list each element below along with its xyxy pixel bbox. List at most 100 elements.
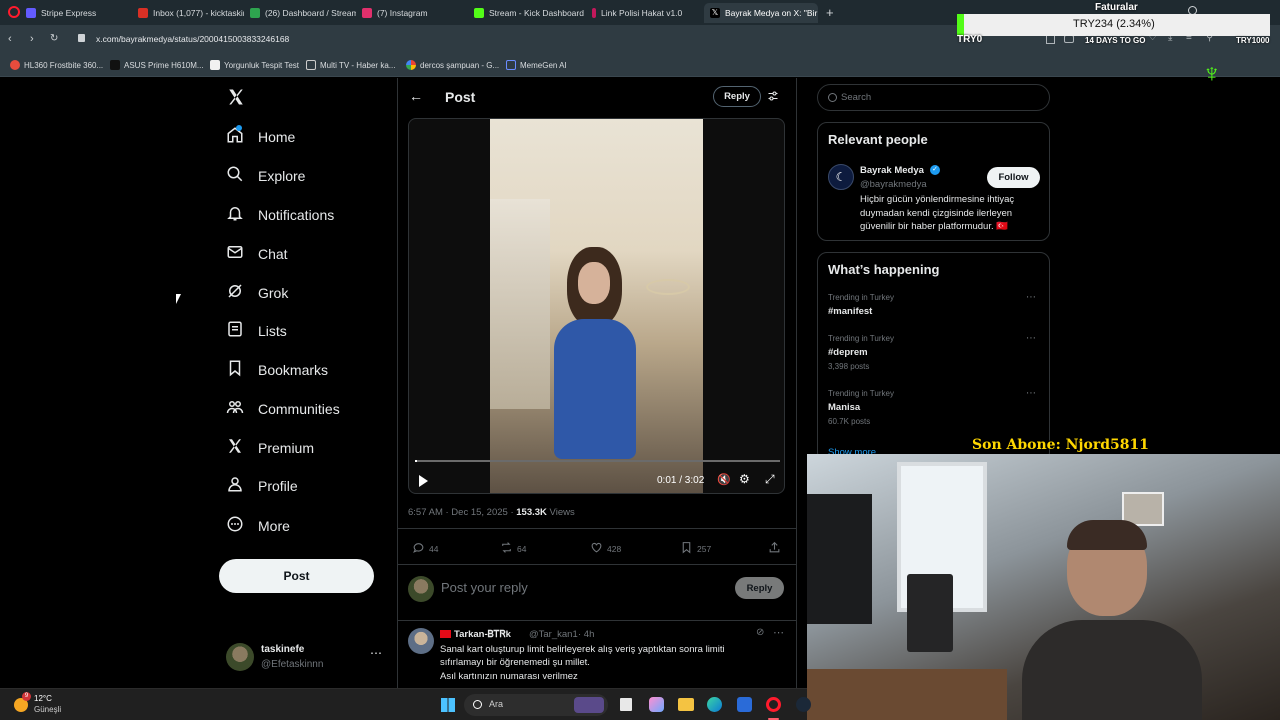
reply-action[interactable]: 44	[412, 541, 438, 556]
video-cabinet	[490, 199, 550, 409]
sidebar-item-bookmarks[interactable]: Bookmarks	[226, 358, 328, 382]
edit-icon[interactable]	[1046, 35, 1055, 44]
grok-icon[interactable]: ⊘	[756, 627, 764, 638]
bookmark-item[interactable]: Multi TV - Haber ka...	[306, 60, 395, 70]
repost-action[interactable]: 64	[500, 541, 526, 556]
sidebar-item-communities[interactable]: Communities	[226, 397, 340, 421]
person-handle[interactable]: @bayrakmedya	[860, 179, 927, 190]
share-icon	[768, 541, 781, 556]
follow-button[interactable]: Follow	[987, 167, 1040, 188]
google-favicon-icon	[406, 60, 416, 70]
like-action[interactable]: 428	[590, 541, 621, 556]
volume-mute-icon[interactable]: 🔇	[717, 473, 731, 486]
browser-tab[interactable]: Stripe Express	[20, 3, 136, 23]
webcam-person	[1022, 520, 1202, 720]
sidebar-item-label: Bookmarks	[258, 362, 329, 378]
back-icon[interactable]: ‹	[8, 33, 12, 45]
trend-more-icon[interactable]: ⋯	[1026, 292, 1036, 303]
search-input[interactable]: Search	[841, 92, 871, 103]
overlay-days-to-go: 14 DAYS TO GO	[1085, 36, 1146, 45]
trend-item[interactable]: Trending in Turkey #manifest ⋯	[828, 292, 1038, 329]
video-settings-icon[interactable]: ⚙	[739, 472, 750, 486]
reply-submit-button[interactable]: Reply	[735, 577, 784, 599]
windows-taskbar: 9 12°C Güneşli Ara	[0, 688, 811, 720]
steam-icon[interactable]	[796, 697, 811, 712]
taskbar-search-input[interactable]: Ara	[489, 699, 503, 709]
bookmark-item[interactable]: Yorgunluk Tespit Test	[210, 60, 299, 70]
trend-posts: 60.7K posts	[828, 417, 871, 426]
reply-input[interactable]: Post your reply	[441, 580, 528, 595]
person-name[interactable]: Bayrak Medya	[860, 165, 924, 176]
overlay-faturalar-label: Faturalar	[1095, 2, 1138, 13]
trend-more-icon[interactable]: ⋯	[1026, 333, 1036, 344]
sidebar-item-lists[interactable]: Lists	[226, 319, 287, 343]
divider	[398, 564, 796, 565]
browser-tab[interactable]: Link Polisi Hakat v1.0	[586, 3, 702, 23]
sidebar-item-label: Chat	[258, 246, 288, 262]
play-icon[interactable]	[419, 475, 428, 487]
trend-tag: #manifest	[828, 306, 873, 317]
store-icon[interactable]	[737, 697, 752, 712]
opera-logo-icon[interactable]	[8, 6, 20, 18]
trend-item[interactable]: Trending in Turkey #deprem 3,398 posts ⋯	[828, 333, 1038, 374]
file-explorer-icon[interactable]	[678, 698, 694, 711]
person-bio-line: Hiçbir gücün yönlendirmesine ihtiyaç	[860, 194, 1015, 205]
comment-handle[interactable]: @Tar_kan1	[529, 629, 578, 640]
edge-icon[interactable]	[707, 697, 722, 712]
taskbar-search[interactable]: Ara	[464, 694, 608, 716]
comment-more-icon[interactable]: ⋯	[773, 626, 784, 639]
post-button[interactable]: Post	[219, 559, 374, 593]
reply-header-button[interactable]: Reply	[713, 86, 761, 107]
settings-sliders-icon[interactable]	[767, 89, 779, 101]
bookmark-item[interactable]: dercos şampuan - G...	[406, 60, 499, 70]
browser-tab[interactable]: Inbox (1,077) - kicktaskin	[132, 3, 244, 23]
windows-start-icon[interactable]	[441, 698, 455, 712]
bookmark-action[interactable]: 257	[680, 541, 711, 556]
comment-item[interactable]: Tarkan-ᏴᎢᏒk @Tar_kan1 · 4h ⊘ ⋯ Sanal kar…	[408, 627, 788, 685]
sidebar-item-explore[interactable]: Explore	[226, 164, 305, 188]
sidebar-item-label: More	[258, 518, 290, 534]
camera-icon[interactable]	[1064, 35, 1074, 43]
reload-icon[interactable]: ↻	[50, 33, 58, 44]
sidebar-item-label: Lists	[258, 323, 287, 339]
browser-tab[interactable]: (26) Dashboard / Streamla	[244, 3, 356, 23]
sidebar-item-chat[interactable]: Chat	[226, 242, 288, 266]
x-logo-icon[interactable]	[227, 88, 245, 106]
overlay-mascot-icon: ♆	[1202, 58, 1222, 88]
trend-item[interactable]: Trending in Turkey Manisa 60.7K posts ⋯	[828, 388, 1038, 429]
new-tab-icon[interactable]: +	[826, 5, 834, 20]
bookmark-item[interactable]: HL360 Frostbite 360...	[10, 60, 103, 70]
avatar[interactable]: ☾	[828, 164, 854, 190]
sidebar-item-profile[interactable]: Profile	[226, 474, 298, 498]
trend-more-icon[interactable]: ⋯	[1026, 388, 1036, 399]
video-player[interactable]: 0:01 / 3:02 🔇 ⚙ ⤢	[408, 118, 785, 494]
search-box[interactable]: Search	[817, 84, 1050, 111]
bookmark-item[interactable]: MemeGen AI	[506, 60, 567, 70]
sidebar-item-more[interactable]: More	[226, 514, 290, 538]
task-view-icon[interactable]	[620, 698, 632, 711]
account-more-icon[interactable]: ⋯	[370, 646, 382, 660]
trend-tag: Manisa	[828, 402, 861, 413]
account-switcher[interactable]: taskinefe @Efetaskinnn ⋯	[226, 642, 386, 674]
sidebar-item-grok[interactable]: Grok	[226, 281, 288, 305]
sidebar-item-notifications[interactable]: Notifications	[226, 203, 334, 227]
copilot-icon[interactable]	[649, 697, 664, 712]
post-timestamp[interactable]: 6:57 AM · Dec 15, 2025 ·	[408, 507, 516, 518]
browser-tab[interactable]: (7) Instagram	[356, 3, 466, 23]
url-field[interactable]: x.com/bayrakmedya/status/200041500383324…	[96, 34, 289, 44]
opera-taskbar-icon[interactable]	[766, 697, 781, 712]
browser-tab[interactable]: Stream - Kick Dashboard	[468, 3, 584, 23]
comment-author[interactable]: Tarkan-ᏴᎢᏒk	[454, 629, 511, 640]
fullscreen-icon[interactable]: ⤢	[765, 472, 775, 487]
sidebar-item-premium[interactable]: Premium	[226, 436, 314, 460]
avatar	[408, 576, 434, 602]
bookmark-item[interactable]: ASUS Prime H610M...	[110, 60, 204, 70]
share-action[interactable]	[768, 541, 781, 556]
video-progress-track[interactable]	[415, 460, 780, 462]
back-arrow-icon[interactable]: ←	[409, 88, 423, 104]
comment-time[interactable]: · 4h	[578, 629, 594, 640]
video-person	[542, 247, 647, 493]
bookmark-icon	[226, 359, 244, 382]
forward-icon[interactable]: ›	[30, 33, 34, 45]
browser-tab-active[interactable]: 𝕏 Bayrak Medya on X: "Bir k	[704, 3, 818, 23]
